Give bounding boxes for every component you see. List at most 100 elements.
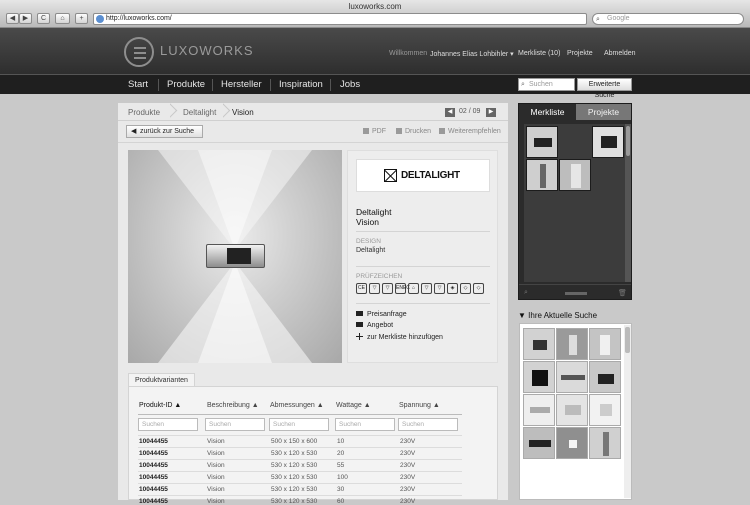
result-thumbnail[interactable] xyxy=(523,394,555,426)
search-icon[interactable]: ⌕ xyxy=(524,289,528,297)
breadcrumb-deltalight[interactable]: Deltalight xyxy=(183,108,216,117)
site-search-input[interactable]: ⌕ Suchen xyxy=(518,78,575,91)
column-header-abmessungen[interactable]: Abmessungen ▲ xyxy=(270,402,324,409)
browser-search-input[interactable]: ⌕ Google xyxy=(592,13,744,25)
cert-icon: ▽ xyxy=(382,283,393,294)
result-thumbnail[interactable] xyxy=(589,328,621,360)
advanced-search-button[interactable]: Erweiterte Suche xyxy=(577,78,632,99)
table-cell: 500 x 150 x 600 xyxy=(271,438,318,445)
pdf-link[interactable]: PDF xyxy=(363,128,386,135)
product-info: DELTALIGHT Deltalight Vision DESIGN Delt… xyxy=(347,150,498,363)
tab-projekte[interactable]: Projekte xyxy=(576,104,631,120)
variants-table: Produkt-ID ▲ Beschreibung ▲ Abmessungen … xyxy=(128,386,498,505)
tab-produktvarianten[interactable]: Produktvarianten xyxy=(128,373,195,387)
merkliste-thumbnail[interactable] xyxy=(526,126,558,158)
merkliste-grid xyxy=(524,124,625,282)
nav-item-hersteller[interactable]: Hersteller xyxy=(221,79,262,90)
add-to-merkliste-label: zur Merkliste hinzufügen xyxy=(367,334,443,341)
envelope-icon xyxy=(356,322,363,327)
merkliste-footer: ⌕ 🗑 xyxy=(519,284,631,300)
trash-icon[interactable]: 🗑 xyxy=(618,289,627,297)
add-bookmark-button[interactable]: + xyxy=(75,13,88,24)
filter-input-beschreibung[interactable]: Suchen xyxy=(205,418,265,431)
merkliste-widget: Merkliste Projekte ⌕ 🗑 xyxy=(518,103,632,300)
main-nav: Start Produkte Hersteller Inspiration Jo… xyxy=(0,74,750,99)
nav-item-start[interactable]: Start xyxy=(128,79,148,90)
column-header-beschreibung[interactable]: Beschreibung ▲ xyxy=(207,402,259,409)
result-thumbnail[interactable] xyxy=(589,361,621,393)
mail-icon xyxy=(439,128,445,134)
table-cell: 10044455 xyxy=(139,498,168,505)
table-cell: 230V xyxy=(400,498,416,505)
product-panel: Produkte Deltalight Vision ◀ 02 / 09 ▶ ◀… xyxy=(118,103,508,505)
aktuelle-suche-grid xyxy=(519,323,632,500)
back-to-search-button[interactable]: ◀ zurück zur Suche xyxy=(126,125,203,138)
merkliste-thumbnail[interactable] xyxy=(559,159,591,191)
table-cell: 530 x 120 x 530 xyxy=(271,486,318,493)
projekte-link[interactable]: Projekte xyxy=(567,50,593,57)
merkliste-link[interactable]: Merkliste (10) xyxy=(518,50,560,57)
table-cell: Vision xyxy=(207,498,225,505)
result-thumbnail[interactable] xyxy=(556,361,588,393)
brand-logo[interactable]: DELTALIGHT xyxy=(356,159,490,192)
logout-link[interactable]: Abmelden xyxy=(604,50,636,57)
cert-icon: ◇ xyxy=(460,283,471,294)
tab-merkliste[interactable]: Merkliste xyxy=(519,104,576,120)
prev-product-button[interactable]: ◀ xyxy=(445,108,455,117)
breadcrumb-produkte[interactable]: Produkte xyxy=(128,108,160,117)
nav-item-inspiration[interactable]: Inspiration xyxy=(279,79,323,90)
forward-button[interactable]: ▶ xyxy=(19,13,32,24)
browser-search-placeholder: Google xyxy=(607,15,630,22)
nav-item-produkte[interactable]: Produkte xyxy=(167,79,205,90)
column-header-spannung[interactable]: Spannung ▲ xyxy=(399,402,440,409)
filter-input-spannung[interactable]: Suchen xyxy=(398,418,458,431)
url-bar[interactable]: http://luxoworks.com/ xyxy=(93,13,587,25)
print-link[interactable]: Drucken xyxy=(396,128,431,135)
nav-item-jobs[interactable]: Jobs xyxy=(340,79,360,90)
result-thumbnail[interactable] xyxy=(556,328,588,360)
home-button[interactable]: ⌂ xyxy=(55,13,70,24)
table-cell: 10044455 xyxy=(139,450,168,457)
result-thumbnail[interactable] xyxy=(523,328,555,360)
filter-input-wattage[interactable]: Suchen xyxy=(335,418,395,431)
back-button[interactable]: ◀ xyxy=(6,13,19,24)
result-thumbnail[interactable] xyxy=(556,427,588,459)
aktuelle-suche-scrollbar[interactable] xyxy=(624,325,631,498)
result-thumbnail[interactable] xyxy=(556,394,588,426)
merkliste-scrollbar[interactable] xyxy=(625,124,631,282)
result-thumbnail[interactable] xyxy=(589,394,621,426)
filter-input-produkt-id[interactable]: Suchen xyxy=(138,418,198,431)
cert-icon: ◇ xyxy=(473,283,484,294)
logo-text[interactable]: LUXOWORKS xyxy=(160,43,254,58)
result-thumbnail[interactable] xyxy=(523,427,555,459)
recommend-link[interactable]: Weiterempfehlen xyxy=(439,128,501,135)
window-title: luxoworks.com xyxy=(348,2,402,11)
column-header-wattage[interactable]: Wattage ▲ xyxy=(336,402,371,409)
filter-input-abmessungen[interactable]: Suchen xyxy=(269,418,329,431)
price-request-label: Preisanfrage xyxy=(367,311,407,318)
reload-button[interactable]: C xyxy=(37,13,50,24)
column-header-produkt-id[interactable]: Produkt-ID ▲ xyxy=(139,402,181,409)
add-to-merkliste-link[interactable]: zur Merkliste hinzufügen xyxy=(356,333,443,341)
price-request-link[interactable]: Preisanfrage xyxy=(356,311,407,318)
cert-icon: ◈ xyxy=(447,283,458,294)
merkliste-thumbnail[interactable] xyxy=(526,159,558,191)
globe-icon xyxy=(96,15,104,23)
result-thumbnail[interactable] xyxy=(523,361,555,393)
aktuelle-suche-title[interactable]: ▼ Ihre Aktuelle Suche xyxy=(518,311,597,320)
luxoworks-logo-icon[interactable] xyxy=(124,37,154,67)
chevron-right-icon xyxy=(223,103,231,121)
plus-icon xyxy=(356,333,363,340)
design-label: DESIGN xyxy=(356,238,381,245)
product-image[interactable] xyxy=(128,150,342,363)
printer-icon xyxy=(396,128,402,134)
drag-handle[interactable] xyxy=(565,292,587,295)
offer-link[interactable]: Angebot xyxy=(356,322,393,329)
next-product-button[interactable]: ▶ xyxy=(486,108,496,117)
user-menu[interactable]: Johannes Elias Lohbihler ▾ xyxy=(430,50,514,58)
merkliste-thumbnail[interactable] xyxy=(592,126,624,158)
table-cell: 230V xyxy=(400,462,416,469)
result-thumbnail[interactable] xyxy=(589,427,621,459)
product-name: Vision xyxy=(356,217,379,227)
table-cell: 530 x 120 x 530 xyxy=(271,462,318,469)
